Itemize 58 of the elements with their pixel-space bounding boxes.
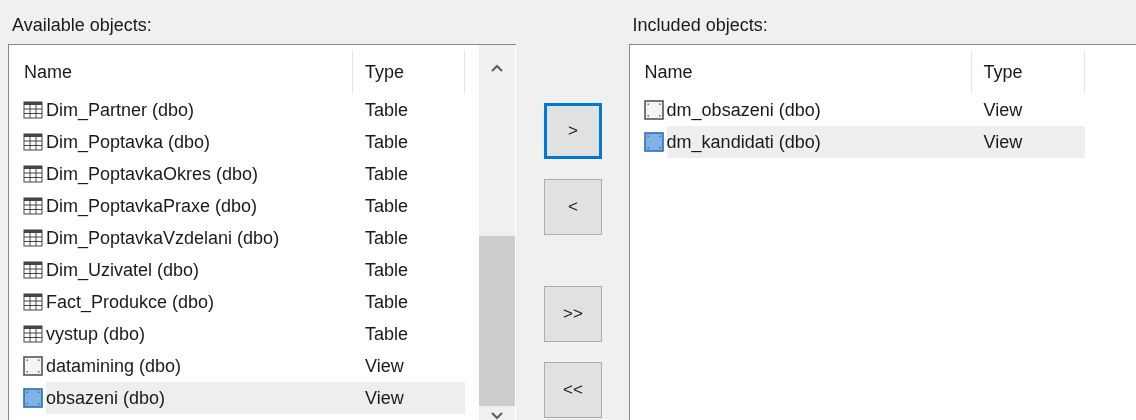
- row-type: View: [364, 354, 404, 378]
- table-icon: [23, 101, 43, 119]
- list-row[interactable]: Dim_Poptavka (dbo) Table: [9, 126, 480, 158]
- row-name: Dim_Partner (dbo): [46, 98, 196, 123]
- list-row[interactable]: Dim_PoptavkaPraxe (dbo) Table: [9, 190, 480, 222]
- table-icon: [23, 165, 43, 183]
- row-name: Dim_PoptavkaVzdelani (dbo): [46, 226, 281, 251]
- table-icon: [23, 229, 43, 247]
- panel-label: Included objects:: [631, 14, 769, 37]
- row-type: Table: [364, 162, 409, 186]
- scrollbar[interactable]: [479, 45, 516, 420]
- row-name: datamining (dbo): [46, 354, 183, 378]
- row-type: View: [982, 130, 1023, 154]
- list-row[interactable]: Fact_Produkce (dbo) Table: [9, 286, 480, 318]
- row-name: Dim_PoptavkaPraxe (dbo): [46, 194, 259, 219]
- table-icon: [23, 293, 43, 311]
- table-icon: [23, 261, 43, 279]
- move-button[interactable]: <: [544, 179, 602, 235]
- row-name: obsazeni (dbo): [46, 386, 167, 410]
- row-type: Table: [364, 98, 409, 122]
- row-type: View: [364, 386, 404, 410]
- list-row[interactable]: Dim_PoptavkaOkres (dbo) Table: [9, 158, 480, 190]
- row-name: Fact_Produkce (dbo): [46, 290, 216, 315]
- row-type: Table: [364, 226, 409, 250]
- row-type: View: [982, 98, 1023, 122]
- row-name: dm_obsazeni (dbo): [666, 98, 822, 123]
- table-icon: [23, 133, 43, 151]
- list-row[interactable]: datamining (dbo) View: [9, 350, 480, 382]
- view-icon: [643, 132, 664, 152]
- panel-label: Available objects:: [11, 14, 153, 37]
- scroll-thumb[interactable]: [479, 236, 516, 406]
- list-row[interactable]: dm_obsazeni (dbo) View: [629, 94, 1136, 126]
- view-icon: [23, 356, 43, 376]
- list-row[interactable]: Dim_Uzivatel (dbo) Table: [9, 254, 480, 286]
- list-row[interactable]: Dim_Partner (dbo) Table: [9, 94, 480, 126]
- row-name: vystup (dbo): [46, 322, 147, 346]
- table-icon: [23, 197, 43, 215]
- column-header[interactable]: Name: [629, 50, 972, 94]
- row-type: Table: [364, 290, 409, 314]
- move-button[interactable]: >>: [544, 286, 602, 342]
- row-type: Table: [364, 194, 409, 218]
- column-header[interactable]: Type: [971, 50, 1085, 94]
- row-name: dm_kandidati (dbo): [666, 130, 822, 155]
- row-name: Dim_PoptavkaOkres (dbo): [46, 162, 260, 187]
- view-icon: [23, 388, 43, 408]
- column-header[interactable]: Name: [9, 50, 353, 94]
- move-button[interactable]: >: [544, 103, 602, 159]
- row-name: Dim_Poptavka (dbo): [46, 130, 212, 155]
- row-name: Dim_Uzivatel (dbo): [46, 258, 201, 283]
- list-row[interactable]: vystup (dbo) Table: [9, 318, 480, 350]
- column-header[interactable]: Type: [353, 50, 465, 94]
- view-icon: [643, 100, 664, 120]
- row-type: Table: [364, 130, 409, 154]
- row-type: Table: [364, 322, 409, 346]
- list-row[interactable]: Dim_PoptavkaVzdelani (dbo) Table: [9, 222, 480, 254]
- row-type: Table: [364, 258, 409, 282]
- move-button[interactable]: <<: [544, 362, 602, 418]
- table-icon: [23, 325, 43, 343]
